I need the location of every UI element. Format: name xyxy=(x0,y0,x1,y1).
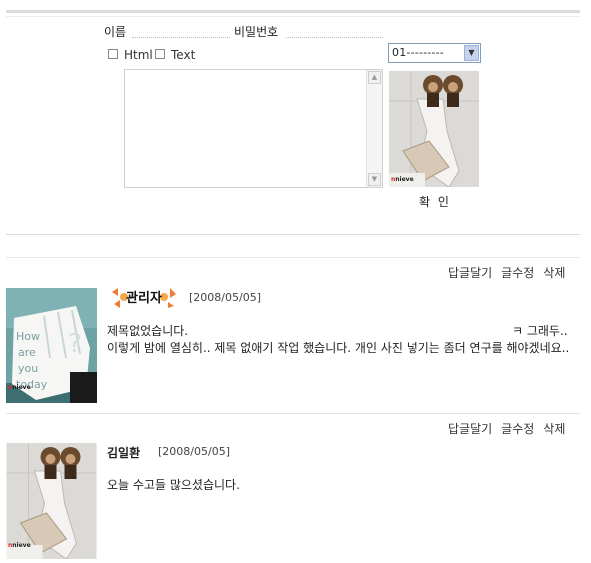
post-content: 제목없었습니다. ㅋ 그래두.. 이렇게 밤에 열심히.. 제목 없애기 작업 … xyxy=(107,323,573,357)
comment-form: 이름 비밀번호 Html Text ▲ ▼ 01--------- ▼ nnie… xyxy=(0,0,591,235)
delete-link[interactable]: 삭제 xyxy=(543,266,565,280)
svg-text:?: ? xyxy=(68,329,82,359)
post-content: 오늘 수고들 많으셨습니다. xyxy=(107,477,573,494)
name-input[interactable] xyxy=(132,37,230,38)
post-actions: 답글달기 글수정 삭제 xyxy=(448,264,565,281)
submit-button[interactable]: 확 인 xyxy=(407,193,463,210)
scroll-down-icon[interactable]: ▼ xyxy=(368,173,381,186)
reply-link[interactable]: 답글달기 xyxy=(448,422,492,436)
reply-link[interactable]: 답글달기 xyxy=(448,266,492,280)
post-divider xyxy=(6,413,580,414)
name-label: 이름 xyxy=(104,25,127,39)
avatar-select[interactable]: 01--------- ▼ xyxy=(388,43,481,63)
password-label: 비밀번호 xyxy=(234,25,279,39)
textarea-scrollbar[interactable]: ▲ ▼ xyxy=(366,70,382,187)
edit-link[interactable]: 글수정 xyxy=(501,266,534,280)
text-checkbox[interactable] xyxy=(155,49,165,59)
form-divider xyxy=(6,234,580,235)
password-input[interactable] xyxy=(286,37,383,38)
svg-text:관리자: 관리자 xyxy=(126,290,162,306)
post-date: [2008/05/05] xyxy=(189,291,261,304)
text-checkbox-label: Text xyxy=(171,48,196,62)
delete-link[interactable]: 삭제 xyxy=(543,422,565,436)
svg-text:you: you xyxy=(18,362,38,375)
html-checkbox[interactable] xyxy=(108,49,118,59)
avatar-select-value: 01--------- xyxy=(392,46,444,59)
post-actions: 답글달기 글수정 삭제 xyxy=(448,420,565,437)
admin-badge: 관리자 xyxy=(112,288,176,308)
html-checkbox-label: Html xyxy=(124,48,153,62)
author-name: 김일환 xyxy=(107,446,141,460)
avatar-preview-image xyxy=(389,71,479,187)
comment-textarea[interactable]: ▲ ▼ xyxy=(124,69,383,188)
avatar-brand-mark: nnieve xyxy=(8,542,31,549)
post-content-line: 오늘 수고들 많으셨습니다. xyxy=(107,478,240,492)
post-content-line: ㅋ 그래두.. xyxy=(512,324,568,338)
edit-link[interactable]: 글수정 xyxy=(501,422,534,436)
chevron-down-icon[interactable]: ▼ xyxy=(464,45,479,61)
post-date: [2008/05/05] xyxy=(158,445,230,458)
post-divider xyxy=(6,257,580,258)
post-content-line: 제목없었습니다. xyxy=(107,324,189,338)
scroll-up-icon[interactable]: ▲ xyxy=(368,71,381,84)
svg-text:How: How xyxy=(16,330,40,343)
svg-text:are: are xyxy=(18,346,36,359)
post-content-line: 이렇게 밤에 열심히.. 제목 없애기 작업 했습니다. 개인 사진 넣기는 좀… xyxy=(107,341,570,355)
